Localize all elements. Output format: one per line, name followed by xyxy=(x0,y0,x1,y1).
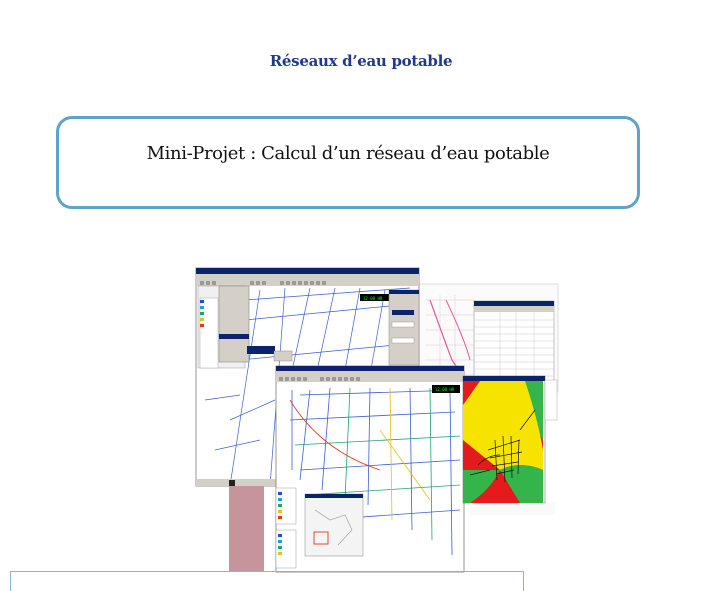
color-swatch xyxy=(229,486,264,571)
results-table-window xyxy=(473,300,555,386)
epanet-window-front: 12:00 HR xyxy=(275,365,465,573)
svg-text:12:00 HR: 12:00 HR xyxy=(435,387,455,392)
faded-profile-chart xyxy=(470,503,555,515)
svg-text:12:00 HR: 12:00 HR xyxy=(363,296,383,301)
bottom-text-box xyxy=(10,571,524,591)
heatmap-window xyxy=(462,375,558,504)
network-software-collage: 12:00 HR 12:00 HR xyxy=(195,267,559,573)
